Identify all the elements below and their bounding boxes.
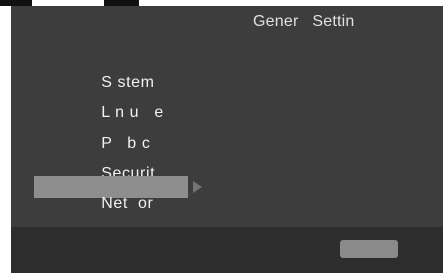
screen: Gener Settin S stem L n u e P b c Securi… — [0, 0, 443, 273]
chevron-right-icon — [193, 181, 202, 193]
menu-item-label: Net or — [101, 195, 154, 212]
footer-action-button[interactable] — [340, 240, 398, 258]
page-title: Gener Settin — [253, 13, 355, 30]
menu-item-network[interactable]: Net or — [81, 177, 153, 231]
